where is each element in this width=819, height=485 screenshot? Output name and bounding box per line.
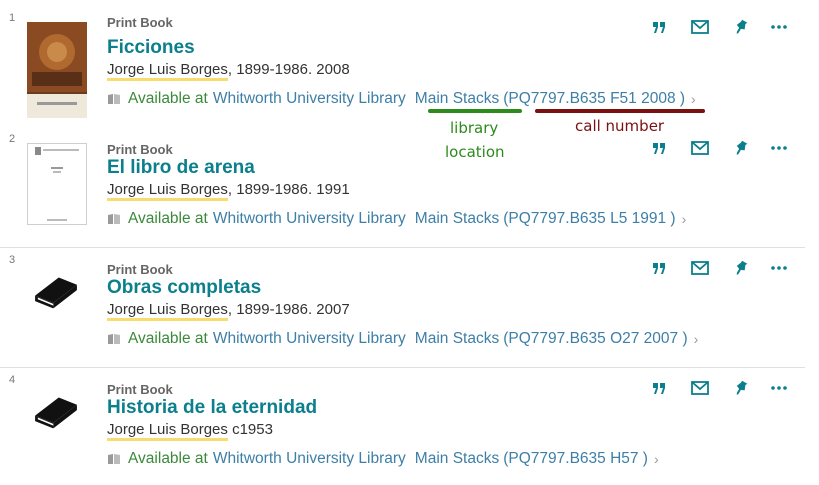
book-icon[interactable] xyxy=(31,392,81,432)
library-location[interactable]: Main Stacks xyxy=(415,90,499,108)
library-name[interactable]: Whitworth University Library xyxy=(213,210,406,228)
quote-icon[interactable] xyxy=(650,378,668,398)
format-label: Print Book xyxy=(107,382,173,397)
quote-icon[interactable] xyxy=(650,17,668,37)
mail-icon[interactable] xyxy=(690,378,710,398)
author-dates: , 1899-1986. 2007 xyxy=(227,301,350,318)
mail-icon[interactable] xyxy=(690,138,710,158)
format-label: Print Book xyxy=(107,142,173,157)
availability-line[interactable]: Available at Whitworth University Librar… xyxy=(107,450,659,468)
book-availability-icon xyxy=(108,454,120,464)
more-icon[interactable] xyxy=(770,378,788,398)
result-author: Jorge Luis Borges, 1899-1986. 2007 xyxy=(107,301,350,321)
author-name[interactable]: Jorge Luis Borges xyxy=(107,301,228,321)
quote-icon[interactable] xyxy=(650,138,668,158)
pin-icon[interactable] xyxy=(732,378,748,398)
availability-status: Available at xyxy=(128,90,208,107)
book-availability-icon xyxy=(108,334,120,344)
book-cover-image[interactable] xyxy=(27,143,87,225)
more-icon[interactable] xyxy=(770,17,788,37)
author-name[interactable]: Jorge Luis Borges xyxy=(107,181,228,201)
pin-icon[interactable] xyxy=(732,258,748,278)
call-number[interactable]: (PQ7797.B635 L5 1991 ) xyxy=(503,210,675,228)
result-author: Jorge Luis Borges, 1899-1986. 2008 xyxy=(107,61,350,81)
action-bar xyxy=(650,378,788,398)
result-title[interactable]: Ficciones xyxy=(107,37,195,59)
chevron-right-icon[interactable]: › xyxy=(654,451,659,467)
result-item: 3 Print Book Obras completas Jorge Luis … xyxy=(0,247,805,367)
library-location[interactable]: Main Stacks xyxy=(415,210,499,228)
action-bar xyxy=(650,17,788,37)
pin-icon[interactable] xyxy=(732,17,748,37)
library-location[interactable]: Main Stacks xyxy=(415,450,499,468)
call-number[interactable]: (PQ7797.B635 F51 2008 ) xyxy=(503,90,685,108)
availability-status: Available at xyxy=(128,210,208,227)
result-item: 4 Print Book Historia de la eternidad Jo… xyxy=(0,367,805,485)
library-name[interactable]: Whitworth University Library xyxy=(213,330,406,348)
book-availability-icon xyxy=(108,214,120,224)
library-name[interactable]: Whitworth University Library xyxy=(213,450,406,468)
chevron-right-icon[interactable]: › xyxy=(694,331,699,347)
result-item: 2 Print Book El libro de arena Jorge Lui… xyxy=(0,128,805,246)
library-location-underline xyxy=(428,109,522,113)
format-label: Print Book xyxy=(107,262,173,277)
chevron-right-icon[interactable]: › xyxy=(691,91,696,107)
action-bar xyxy=(650,138,788,158)
availability-line[interactable]: Available at Whitworth University Librar… xyxy=(107,210,686,228)
result-index: 2 xyxy=(9,133,16,145)
mail-icon[interactable] xyxy=(690,17,710,37)
book-icon[interactable] xyxy=(31,272,81,312)
availability-status: Available at xyxy=(128,450,208,467)
action-bar xyxy=(650,258,788,278)
library-name[interactable]: Whitworth University Library xyxy=(213,90,406,108)
format-label: Print Book xyxy=(107,15,173,30)
book-cover-image[interactable] xyxy=(27,22,87,118)
result-item: 1 Print Book Ficciones Jorge Luis Borges… xyxy=(0,0,805,120)
author-name[interactable]: Jorge Luis Borges xyxy=(107,61,228,81)
pin-icon[interactable] xyxy=(732,138,748,158)
result-author: Jorge Luis Borges c1953 xyxy=(107,421,273,441)
quote-icon[interactable] xyxy=(650,258,668,278)
result-title[interactable]: Obras completas xyxy=(107,277,261,299)
author-dates: , 1899-1986. 1991 xyxy=(227,181,350,198)
book-availability-icon xyxy=(108,94,120,104)
call-number-underline xyxy=(535,109,705,113)
result-index: 4 xyxy=(9,374,16,386)
author-dates: , 1899-1986. 2008 xyxy=(227,61,350,78)
availability-status: Available at xyxy=(128,330,208,347)
result-index: 1 xyxy=(9,12,16,24)
mail-icon[interactable] xyxy=(690,258,710,278)
chevron-right-icon[interactable]: › xyxy=(682,211,687,227)
author-dates: c1953 xyxy=(227,421,273,438)
call-number[interactable]: (PQ7797.B635 H57 ) xyxy=(503,450,648,468)
library-location[interactable]: Main Stacks xyxy=(415,330,499,348)
author-name[interactable]: Jorge Luis Borges xyxy=(107,421,228,441)
result-title[interactable]: El libro de arena xyxy=(107,157,255,179)
more-icon[interactable] xyxy=(770,258,788,278)
result-index: 3 xyxy=(9,254,16,266)
call-number[interactable]: (PQ7797.B635 O27 2007 ) xyxy=(503,330,687,348)
result-title[interactable]: Historia de la eternidad xyxy=(107,397,317,419)
more-icon[interactable] xyxy=(770,138,788,158)
result-author: Jorge Luis Borges, 1899-1986. 1991 xyxy=(107,181,350,201)
availability-line[interactable]: Available at Whitworth University Librar… xyxy=(107,330,698,348)
availability-line[interactable]: Available at Whitworth University Librar… xyxy=(107,90,696,108)
